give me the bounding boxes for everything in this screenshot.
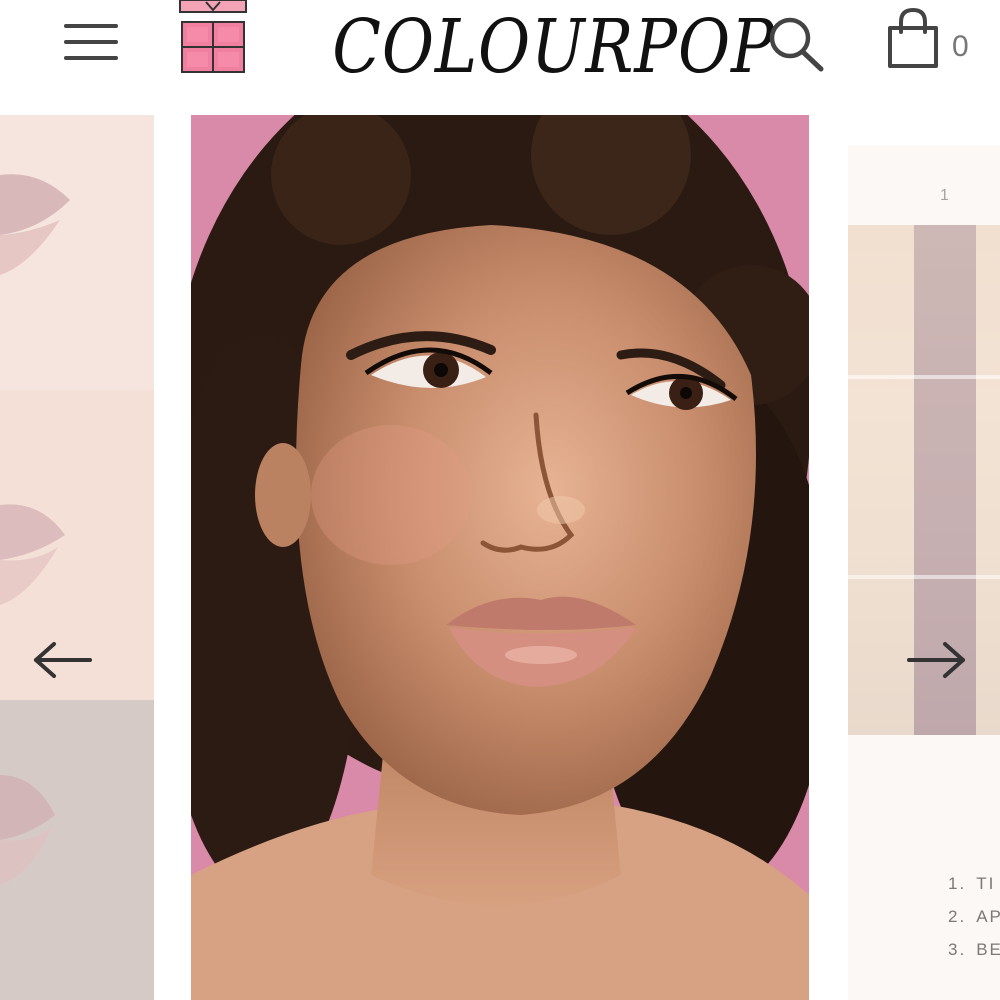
search-icon[interactable] <box>764 12 828 74</box>
product-carousel: 1 1. TI 2. AP 3. BE <box>0 115 1000 1000</box>
shade-list: 1. TI 2. AP 3. BE <box>948 867 1000 966</box>
logo-text: COLOURPOP <box>332 4 775 90</box>
brand-logo[interactable]: COLOURPOP <box>305 0 775 96</box>
shopping-bag-icon[interactable] <box>884 6 950 72</box>
cart-count[interactable]: 0 <box>952 30 969 64</box>
shade-item: 1. TI <box>948 874 996 893</box>
arrow-right-icon[interactable] <box>905 640 969 680</box>
shade-item: 3. BE <box>948 940 1000 959</box>
shade-item: 2. AP <box>948 907 1000 926</box>
hamburger-menu-icon[interactable] <box>62 20 120 64</box>
eyeshadow-palette-icon[interactable] <box>178 0 248 74</box>
arrow-left-icon[interactable] <box>30 640 94 680</box>
previous-slide-image[interactable] <box>0 115 154 1000</box>
site-header: COLOURPOP 0 <box>0 0 1000 100</box>
swatch-number: 1 <box>940 187 949 204</box>
swatch-divider <box>848 575 1000 579</box>
swatch-divider <box>848 375 1000 379</box>
next-slide-swatches[interactable]: 1 1. TI 2. AP 3. BE <box>848 145 1000 1000</box>
model-portrait-image[interactable] <box>191 115 809 1000</box>
